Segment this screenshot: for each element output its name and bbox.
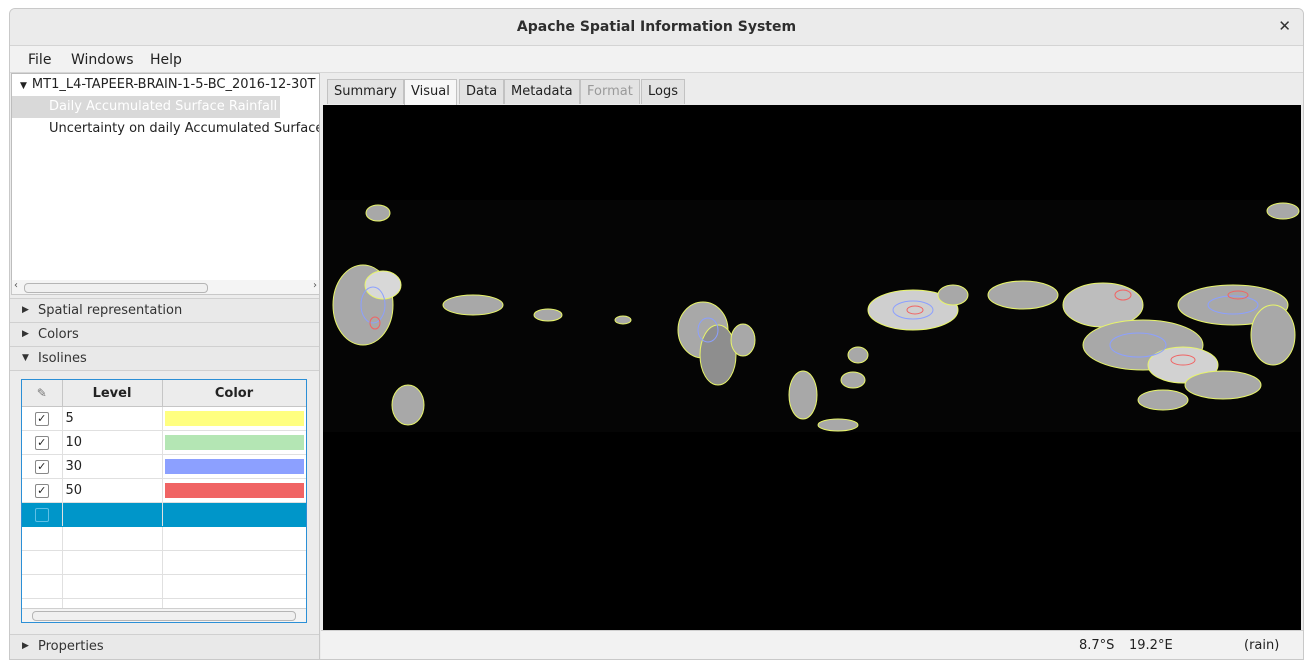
map-visualization[interactable] <box>323 105 1301 630</box>
table-row-empty <box>22 550 306 575</box>
rainfall-map[interactable] <box>323 105 1301 630</box>
enabled-checkbox[interactable]: ✓ <box>34 459 49 474</box>
tab-visual[interactable]: Visual <box>404 79 457 105</box>
color-cell[interactable] <box>162 478 306 503</box>
color-cell[interactable] <box>162 430 306 455</box>
scrollbar-thumb[interactable] <box>32 611 296 621</box>
tree-horizontal-scrollbar[interactable]: ‹ › <box>11 280 320 295</box>
tab-metadata[interactable]: Metadata <box>504 79 580 104</box>
section-spatial-representation[interactable]: ▶ Spatial representation <box>10 298 319 323</box>
table-row-new[interactable] <box>22 502 306 527</box>
edit-column-header[interactable]: ✎ <box>22 380 63 407</box>
color-column-header[interactable]: Color <box>162 380 306 407</box>
table-row[interactable]: ✓ 30 <box>22 454 306 479</box>
pencil-icon: ✎ <box>36 385 47 400</box>
tree-item-uncertainty[interactable]: Uncertainty on daily Accumulated Surface <box>49 118 320 140</box>
table-horizontal-scrollbar[interactable] <box>22 608 306 622</box>
app-window: Apache Spatial Information System ✕ File… <box>9 8 1304 660</box>
scrollbar-thumb[interactable] <box>24 283 208 293</box>
tree-root-item[interactable]: ▼ MT1_L4-TAPEER-BRAIN-1-5-BC_2016-12-30T <box>20 74 315 96</box>
expand-triangle-icon[interactable]: ▼ <box>20 81 27 91</box>
left-panel: ▼ MT1_L4-TAPEER-BRAIN-1-5-BC_2016-12-30T … <box>10 73 320 659</box>
menu-windows[interactable]: Windows <box>71 52 134 68</box>
color-swatch[interactable] <box>164 459 304 474</box>
section-label: Colors <box>38 327 79 342</box>
level-column-header[interactable]: Level <box>62 380 163 407</box>
collapsed-triangle-icon: ▶ <box>22 305 29 315</box>
section-isolines[interactable]: ▼ Isolines <box>10 346 319 371</box>
menu-help[interactable]: Help <box>150 52 182 68</box>
tree-item-daily-rainfall[interactable]: Daily Accumulated Surface Rainfall <box>12 96 280 118</box>
menu-bar: File Windows Help <box>10 46 1303 73</box>
color-cell[interactable] <box>162 454 306 479</box>
section-label: Spatial representation <box>38 303 183 318</box>
tab-logs[interactable]: Logs <box>641 79 685 104</box>
status-latitude: 8.7°S <box>1079 638 1115 653</box>
section-properties[interactable]: ▶ Properties <box>10 634 319 659</box>
expanded-triangle-icon: ▼ <box>22 353 29 363</box>
tab-format: Format <box>580 79 640 104</box>
collapsed-triangle-icon: ▶ <box>22 641 29 651</box>
collapsed-triangle-icon: ▶ <box>22 329 29 339</box>
color-swatch[interactable] <box>164 435 304 450</box>
tree-item-label: Uncertainty on daily Accumulated Surface <box>49 121 320 136</box>
enabled-checkbox[interactable]: ✓ <box>34 435 49 450</box>
level-cell[interactable]: 50 <box>62 478 163 503</box>
section-label: Properties <box>38 639 104 654</box>
close-icon[interactable]: ✕ <box>1278 17 1291 35</box>
table-row-empty <box>22 574 306 599</box>
level-cell[interactable] <box>62 502 163 527</box>
tab-summary[interactable]: Summary <box>327 79 404 104</box>
table-row-empty <box>22 526 306 551</box>
table-row[interactable]: ✓ 50 <box>22 478 306 503</box>
section-label: Isolines <box>38 351 87 366</box>
scroll-right-icon[interactable]: › <box>313 280 317 291</box>
table-row[interactable]: ✓ 5 <box>22 406 306 431</box>
status-longitude: 19.2°E <box>1129 638 1173 653</box>
tab-data[interactable]: Data <box>459 79 505 104</box>
color-swatch[interactable] <box>164 483 304 498</box>
level-cell[interactable]: 10 <box>62 430 163 455</box>
level-cell[interactable]: 5 <box>62 406 163 431</box>
isolines-table: ✎ Level Color ✓ 5 ✓ 10 ✓ 30 ✓ 50 <box>21 379 307 623</box>
tree-root-label: MT1_L4-TAPEER-BRAIN-1-5-BC_2016-12-30T <box>31 77 316 92</box>
title-bar: Apache Spatial Information System ✕ <box>10 9 1303 46</box>
status-variable: (rain) <box>1244 638 1280 653</box>
enabled-checkbox[interactable]: ✓ <box>34 483 49 498</box>
menu-file[interactable]: File <box>28 52 51 68</box>
scroll-left-icon[interactable]: ‹ <box>14 280 18 291</box>
tree-item-label: Daily Accumulated Surface Rainfall <box>49 99 278 114</box>
enabled-checkbox[interactable]: ✓ <box>34 411 49 426</box>
section-colors[interactable]: ▶ Colors <box>10 322 319 347</box>
status-bar: 8.7°S 19.2°E (rain) <box>321 630 1303 659</box>
color-cell[interactable] <box>162 406 306 431</box>
main-panel: Summary Visual Data Metadata Format Logs <box>321 73 1303 659</box>
enabled-checkbox[interactable] <box>34 507 49 522</box>
color-cell[interactable] <box>162 502 306 527</box>
color-swatch[interactable] <box>164 411 304 426</box>
window-title: Apache Spatial Information System <box>516 19 797 35</box>
dataset-tree: ▼ MT1_L4-TAPEER-BRAIN-1-5-BC_2016-12-30T … <box>11 73 320 282</box>
level-cell[interactable]: 30 <box>62 454 163 479</box>
table-row[interactable]: ✓ 10 <box>22 430 306 455</box>
